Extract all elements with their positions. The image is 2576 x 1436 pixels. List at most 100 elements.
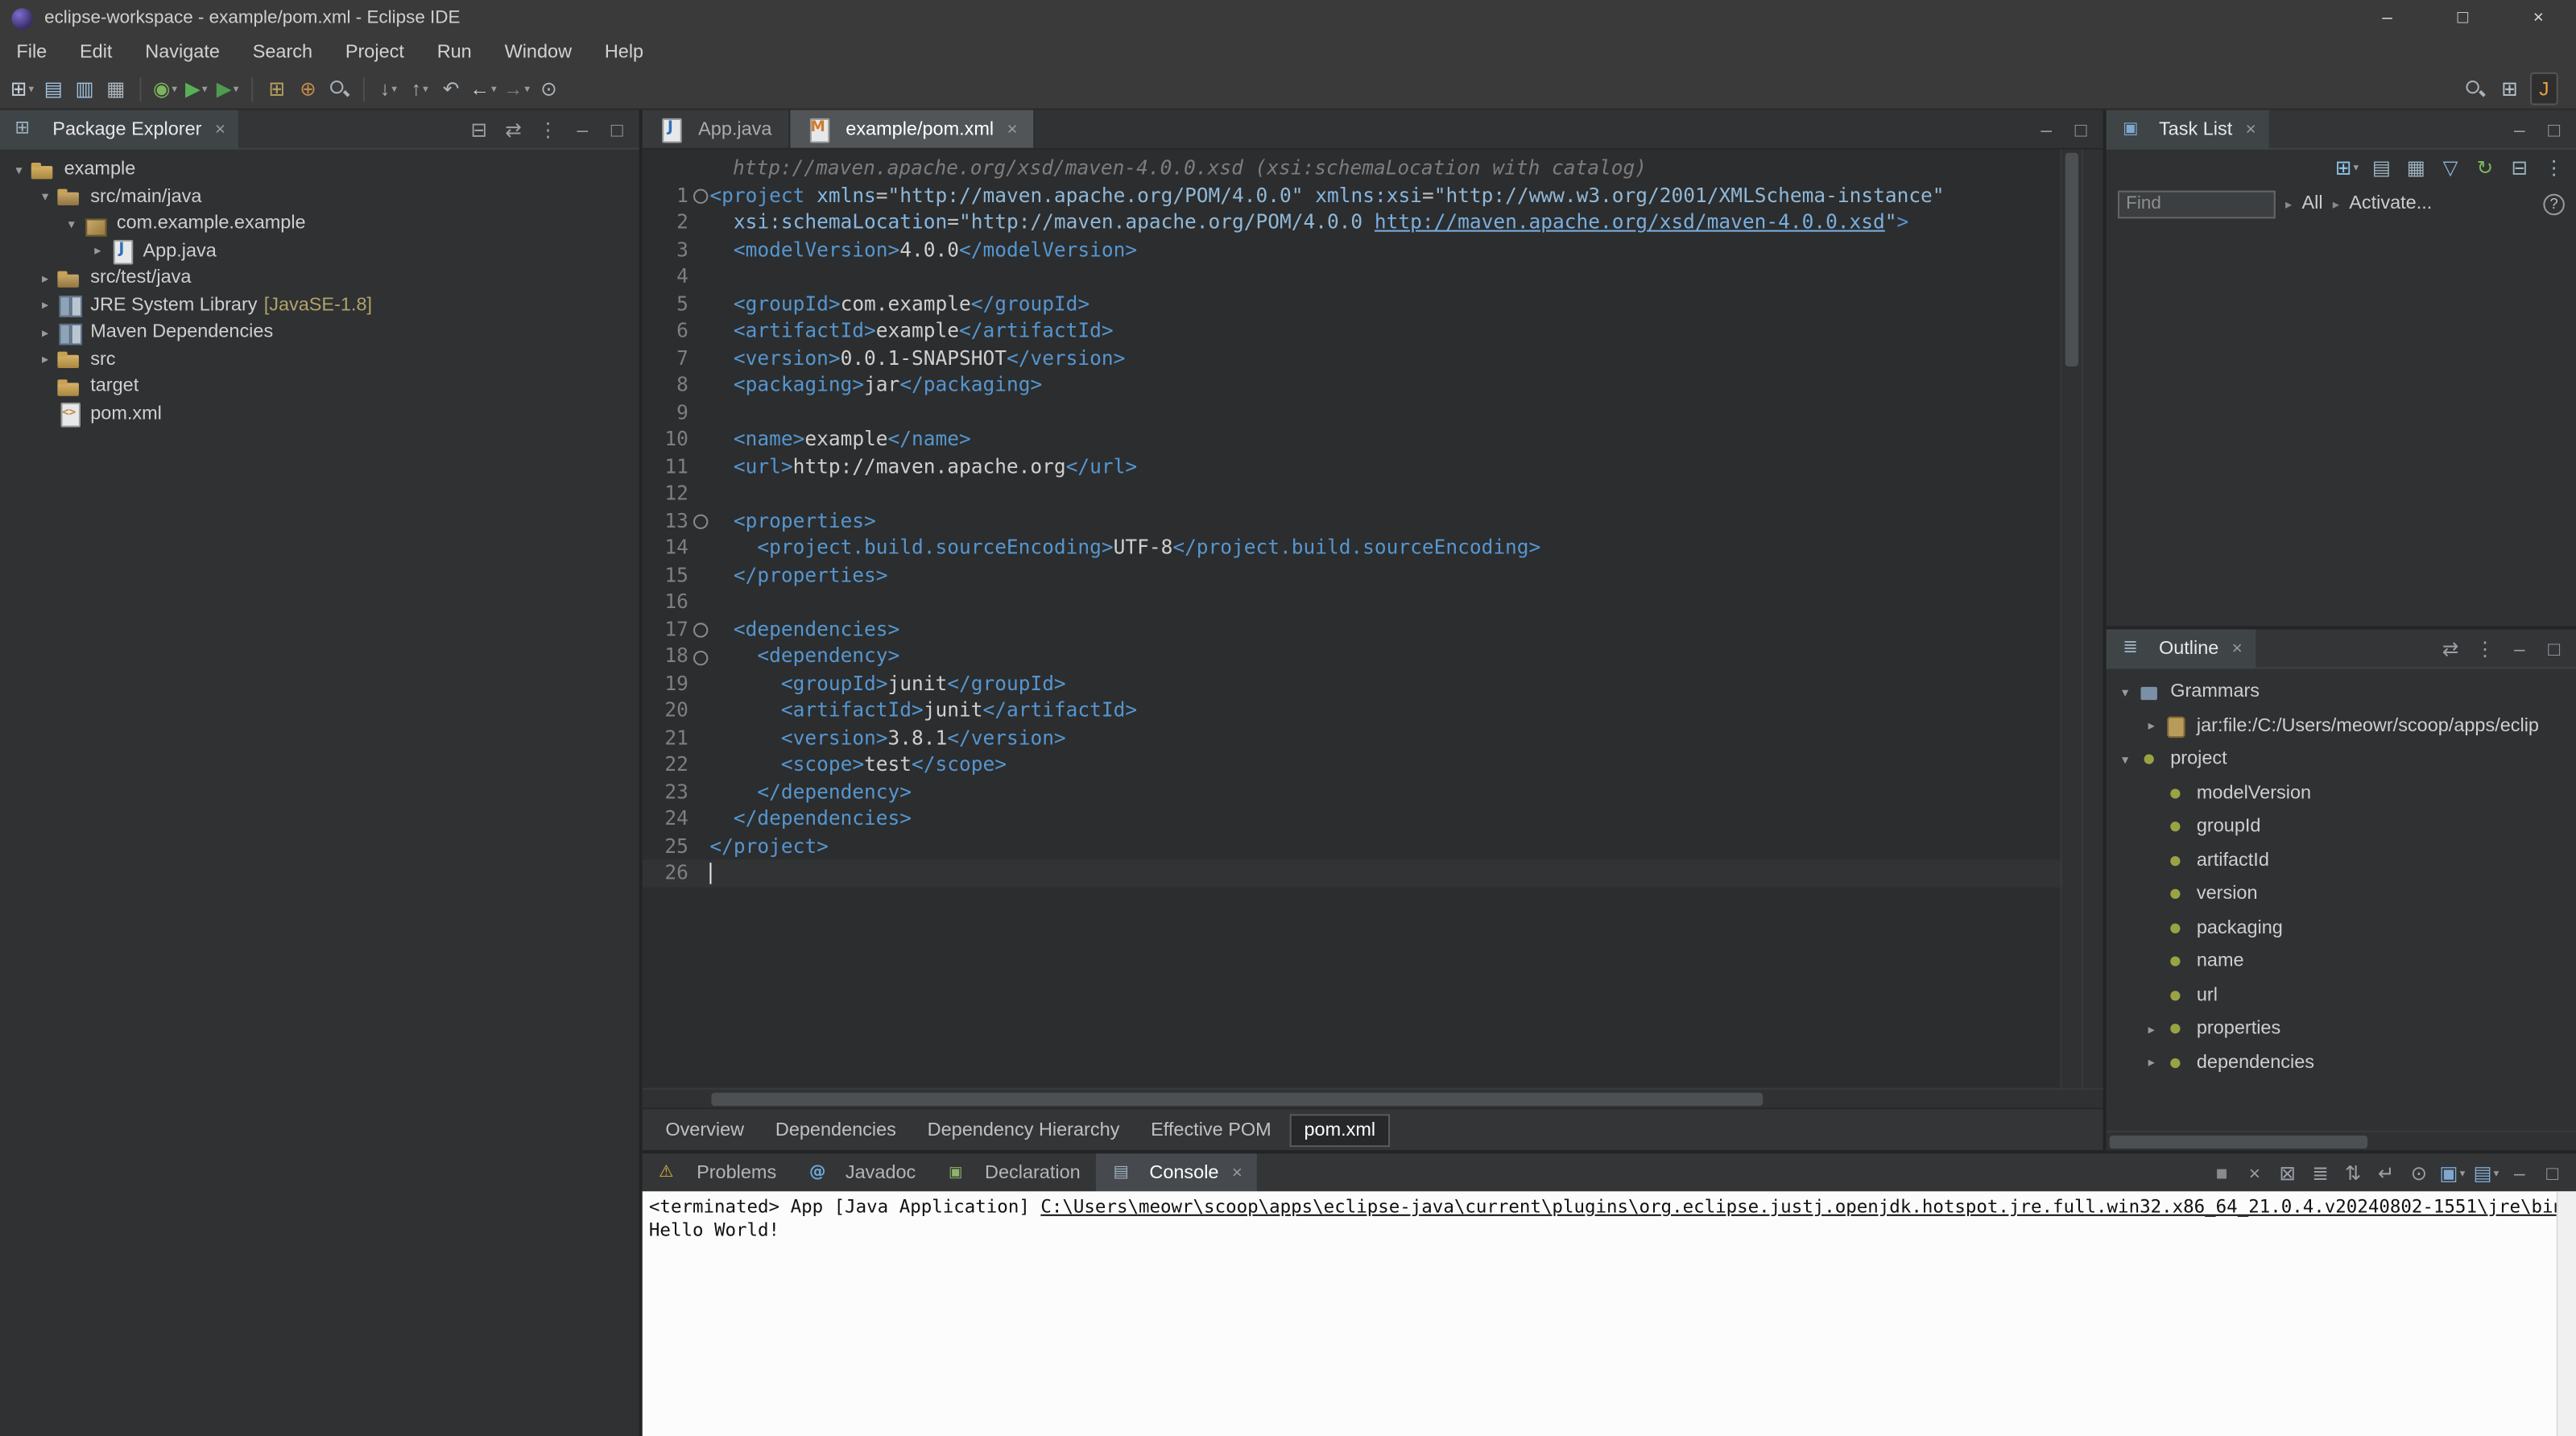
tree-item-pom-xml[interactable]: pom.xml [0,400,639,428]
dropdown-arrow-icon[interactable]: ▾ [391,82,397,95]
tree-item-packaging[interactable]: packaging [2107,911,2576,945]
dropdown-arrow-icon[interactable]: ▾ [2354,160,2359,173]
display-selected-console-icon[interactable]: ▣ ▾ [2437,1156,2466,1189]
window-maximize-button[interactable]: □ [2425,0,2500,36]
tree-item-url[interactable]: url [2107,979,2576,1012]
code-line-23[interactable]: 23 </dependency> [643,778,2061,805]
all-scope-arrow-icon[interactable]: ▸ [2285,197,2292,211]
console-output[interactable]: <terminated> App [Java Application] C:\U… [642,1191,2576,1436]
expand-arrow-icon[interactable]: ▸ [2139,718,2164,733]
scheduled-icon[interactable]: ▦ [2402,151,2430,184]
pom-tab-dependencies[interactable]: Dependencies [763,1113,910,1146]
close-view-icon[interactable]: × [215,119,225,139]
maximize-icon[interactable]: □ [2538,1156,2566,1189]
forward-icon[interactable]: → ▾ [502,72,531,106]
open-console-icon[interactable]: ▤ ▾ [2471,1156,2500,1189]
tree-item-jre-system-library[interactable]: ▸ JRE System Library [JavaSE-1.8] [0,292,639,319]
code-line-20[interactable]: 20 <artifactId>junit</artifactId> [643,697,2061,724]
debug-icon[interactable]: ◉ ▾ [151,72,180,106]
tree-item-name[interactable]: name [2107,945,2576,979]
expand-arrow-icon[interactable]: ▸ [33,298,58,312]
tab-outline[interactable]: Outline × [2106,628,2256,668]
tree-item-maven-dependencies[interactable]: ▸ Maven Dependencies [0,319,639,346]
filters-icon[interactable]: ▽ [2437,151,2465,184]
tree-item-modelversion[interactable]: modelVersion [2107,776,2576,810]
synchronize-icon[interactable]: ↻ [2471,151,2500,184]
editor-tab-example-pom-xml[interactable]: example/pom.xml× [789,110,1036,148]
code-line-1[interactable]: 1 <project xmlns="http://maven.apache.org… [643,181,2061,209]
code-line-12[interactable]: 12 [643,480,2061,507]
java-search-icon[interactable] [325,72,354,106]
fold-marker-icon[interactable] [688,643,710,670]
editor-horizontal-scrollbar[interactable] [642,1087,2103,1108]
code-editor[interactable]: http://maven.apache.org/xsd/maven-4.0.0.… [643,150,2061,1088]
code-line-16[interactable]: 16 [643,588,2061,615]
quick-access-search-icon[interactable] [2461,72,2489,106]
code-line-8[interactable]: 8 <packaging>jar</packaging> [643,371,2061,399]
code-line-2[interactable]: 2 xsi:schemaLocation="http://maven.apach… [643,209,2061,236]
collapse-arrow-icon[interactable]: ▾ [59,217,84,231]
outline-horizontal-scrollbar[interactable] [2106,1130,2576,1151]
help-icon[interactable]: ? [2543,192,2565,215]
minimize-icon[interactable]: – [2032,113,2061,146]
code-line-21[interactable]: 21 <version>3.8.1</version> [643,724,2061,751]
code-line-13[interactable]: 13 <properties> [643,507,2061,534]
menu-project[interactable]: Project [329,39,420,66]
tree-item-grammars[interactable]: ▾ Grammars [2107,676,2576,710]
link-with-editor-icon[interactable]: ⇄ [499,113,527,146]
activate-arrow-icon[interactable]: ▸ [2333,197,2339,211]
open-perspective-icon[interactable]: ⊞ [2495,72,2524,106]
collapse-arrow-icon[interactable]: ▾ [2113,685,2138,699]
next-annotation-icon[interactable]: ↓ ▾ [374,72,403,106]
tree-item-src-test-java[interactable]: ▸ src/test/java [0,264,639,292]
categorized-icon[interactable]: ▤ [2367,151,2396,184]
maximize-icon[interactable]: □ [2067,113,2095,146]
fold-marker-icon[interactable] [688,615,710,643]
menu-navigate[interactable]: Navigate [129,39,236,66]
console-process-path[interactable]: C:\Users\meowr\scoop\apps\eclipse-java\c… [1040,1196,2576,1218]
save-all-icon[interactable]: ▥ [71,72,99,106]
close-view-icon[interactable]: × [2232,639,2243,658]
remove-all-launches-icon[interactable]: ⊠ [2273,1156,2301,1189]
tab-console[interactable]: Console× [1095,1153,1258,1192]
tree-item-groupid[interactable]: groupId [2107,810,2576,844]
menu-run[interactable]: Run [420,39,488,66]
menu-edit[interactable]: Edit [64,39,129,66]
dropdown-arrow-icon[interactable]: ▾ [172,82,177,95]
expand-arrow-icon[interactable]: ▸ [85,243,110,258]
prev-annotation-icon[interactable]: ↑ ▾ [406,72,434,106]
save-icon[interactable]: ▤ [39,72,68,106]
collapse-arrow-icon[interactable]: ▾ [33,189,58,204]
tree-item-com-example-example[interactable]: ▾ com.example.example [0,210,639,238]
code-line-5[interactable]: 5 <groupId>com.example</groupId> [643,290,2061,317]
tree-item-src-main-java[interactable]: ▾ src/main/java [0,183,639,210]
code-line-18[interactable]: 18 <dependency> [643,643,2061,670]
dropdown-arrow-icon[interactable]: ▾ [2460,1166,2466,1179]
dropdown-arrow-icon[interactable]: ▾ [202,82,208,95]
code-line-7[interactable]: 7 <version>0.0.1-SNAPSHOT</version> [643,344,2061,371]
code-line-11[interactable]: 11 <url>http://maven.apache.org</url> [643,453,2061,480]
expand-arrow-icon[interactable]: ▸ [2139,1055,2164,1070]
fold-marker-icon[interactable] [688,181,710,209]
java-perspective-icon[interactable]: J [2530,72,2558,106]
tree-item-dependencies[interactable]: ▸ dependencies [2107,1046,2576,1080]
code-line-19[interactable]: 19 <groupId>junit</groupId> [643,669,2061,697]
code-line-15[interactable]: 15 </properties> [643,561,2061,589]
tree-item-src[interactable]: ▸ src [0,346,639,373]
tab-problems[interactable]: Problems [643,1153,792,1191]
expand-arrow-icon[interactable]: ▸ [2139,1022,2164,1037]
dropdown-arrow-icon[interactable]: ▾ [2494,1166,2500,1179]
tree-item-target[interactable]: target [0,373,639,400]
view-menu-icon[interactable]: ⋮ [2471,631,2500,664]
tab-package-explorer[interactable]: Package Explorer × [0,109,239,149]
dropdown-arrow-icon[interactable]: ▾ [524,82,530,95]
horizontal-scroll-thumb[interactable] [711,1092,1764,1107]
minimize-icon[interactable]: – [2505,113,2533,146]
tree-item-artifactid[interactable]: artifactId [2107,844,2576,878]
window-close-button[interactable]: × [2500,0,2576,36]
minimize-icon[interactable]: – [2505,631,2533,664]
view-menu-icon[interactable]: ⋮ [534,113,562,146]
tab-declaration[interactable]: Declaration [931,1153,1095,1191]
editor-tab-app-java[interactable]: App.java [642,110,790,148]
external-tools-icon[interactable]: ▶ ▾ [213,72,242,106]
